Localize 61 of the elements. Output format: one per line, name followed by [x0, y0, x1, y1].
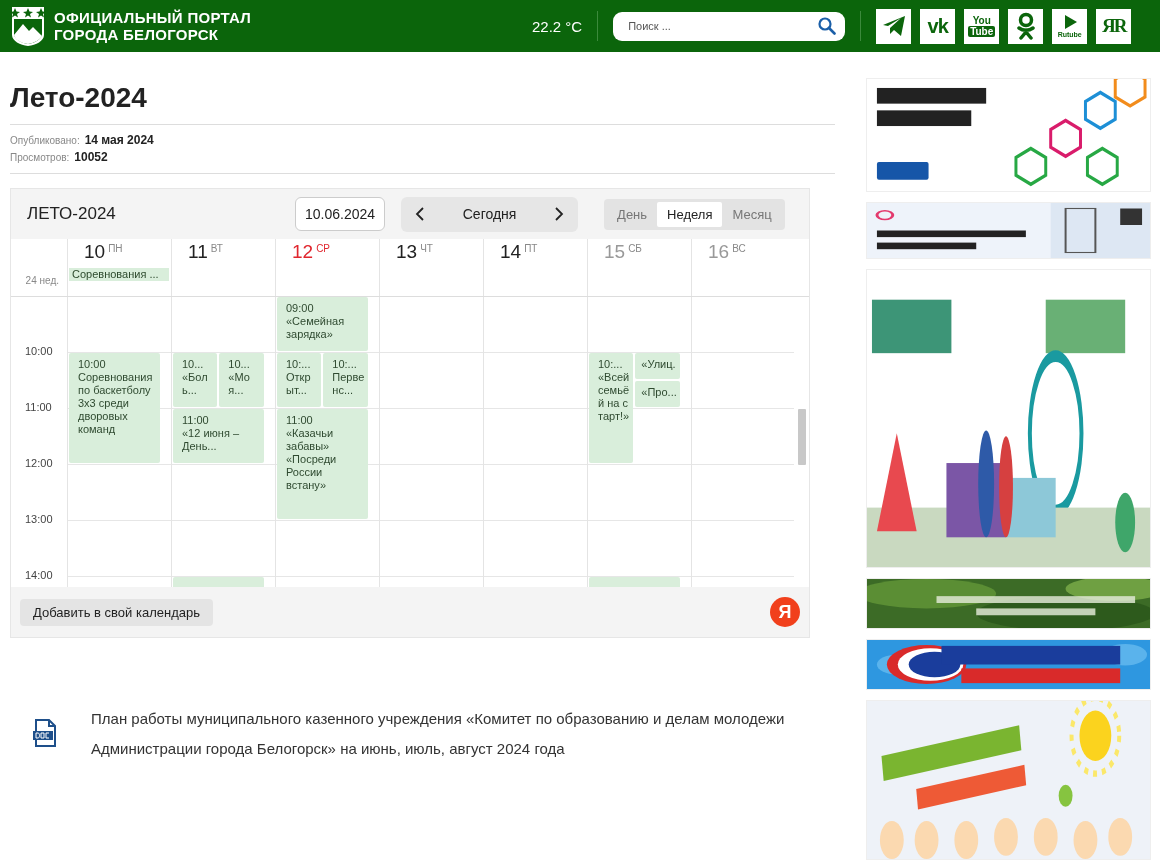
view-tab[interactable]: День [607, 201, 658, 227]
site-title[interactable]: ГОРОДА БЕЛОГОРСК [54, 26, 252, 43]
day-number: 15 [604, 241, 626, 263]
date-field[interactable]: 10.06.2024 [295, 197, 386, 231]
calendar-event[interactable]: 10:... Первенс... [323, 353, 368, 407]
temperature: 22.2 °C [532, 17, 583, 35]
weekday-label: СБ [628, 243, 642, 254]
yar-link[interactable]: ЯR [1096, 8, 1132, 44]
view-tab[interactable]: Неделя [657, 201, 723, 227]
weekday-label: ВТ [210, 243, 223, 254]
calendar-event[interactable]: 11:00 «Казачьи забавы» «Посреди России встану» [277, 409, 368, 519]
document-icon[interactable] [32, 719, 58, 747]
hour-label: 10:00 [25, 345, 53, 357]
hour-label: 12:00 [25, 457, 53, 469]
add-to-calendar-button[interactable]: Добавить в свой календарь [20, 598, 213, 626]
calendar-event[interactable]: «Про... [635, 381, 680, 407]
weekday-label: ВС [732, 243, 746, 254]
week-number: 24 нед. [25, 275, 59, 286]
view-tab[interactable]: Месяц [722, 201, 782, 227]
day-number: 12 [292, 241, 314, 263]
hour-label: 11:00 [25, 401, 52, 413]
search-icon[interactable] [818, 16, 837, 35]
calendar-event[interactable]: 10... «Моя... [219, 353, 264, 407]
meta-label: Опубликовано: [10, 134, 80, 148]
weekday-label: СР [316, 243, 331, 254]
telegram-icon[interactable] [876, 8, 912, 44]
day-number: 16 [708, 241, 730, 263]
calendar-event[interactable]: 10:... «Всей семьёй на старт!» [589, 353, 634, 463]
site-title[interactable]: ОФИЦИАЛЬНЫЙ ПОРТАЛ [54, 9, 252, 26]
calendar-event[interactable]: 09:00 «Семейная зарядка» [277, 297, 368, 351]
weekday-label: ПН [108, 243, 123, 254]
meta-value: 10052 [74, 149, 108, 165]
chevron-right-icon[interactable] [554, 207, 565, 221]
meta-value: 14 мая 2024 [84, 132, 154, 148]
meta-label: Просмотров: [10, 151, 70, 165]
ok-icon[interactable] [1008, 8, 1044, 44]
calendar-event[interactable]: «Улиц. [635, 353, 680, 379]
coat-of-arms-icon [10, 5, 46, 47]
calendar-event[interactable]: 11:00 «12 июня – День... [173, 409, 264, 463]
scrollbar-thumb[interactable] [798, 409, 806, 465]
day-number: 14 [500, 241, 522, 263]
day-number: 10 [84, 241, 106, 263]
day-number: 11 [188, 241, 208, 263]
today-button[interactable]: Сегодня [462, 206, 517, 222]
vk-link[interactable]: vk [920, 8, 956, 44]
youtube-link[interactable]: You Tube [964, 8, 1000, 44]
all-day-event[interactable]: Соревнования ... [69, 268, 169, 281]
calendar-event[interactable]: 10:... Открыт... [277, 353, 322, 407]
page-title: Лето-2024 [10, 82, 148, 114]
chevron-left-icon[interactable] [415, 207, 426, 221]
weekday-label: ЧТ [420, 243, 433, 254]
weekday-label: ПТ [524, 243, 538, 254]
search-field[interactable]: Поиск ... [613, 11, 846, 41]
hour-label: 13:00 [25, 513, 53, 525]
hour-label: 14:00 [25, 569, 53, 581]
calendar-event[interactable]: 10:00 Соревнования по баскетболу 3х3 среди дворовых команд [69, 353, 160, 463]
day-number: 13 [396, 241, 418, 263]
calendar-event[interactable]: 10... «Боль... [173, 353, 218, 407]
calendar-title: ЛЕТО-2024 [27, 204, 117, 224]
yandex-logo[interactable]: Я [770, 597, 800, 627]
document-link[interactable]: План работы муниципального казенного учреждения «Комитет по образованию и делам молодежи Администрации города Белогорск» на июнь, июль, август 2024 года [91, 704, 835, 764]
